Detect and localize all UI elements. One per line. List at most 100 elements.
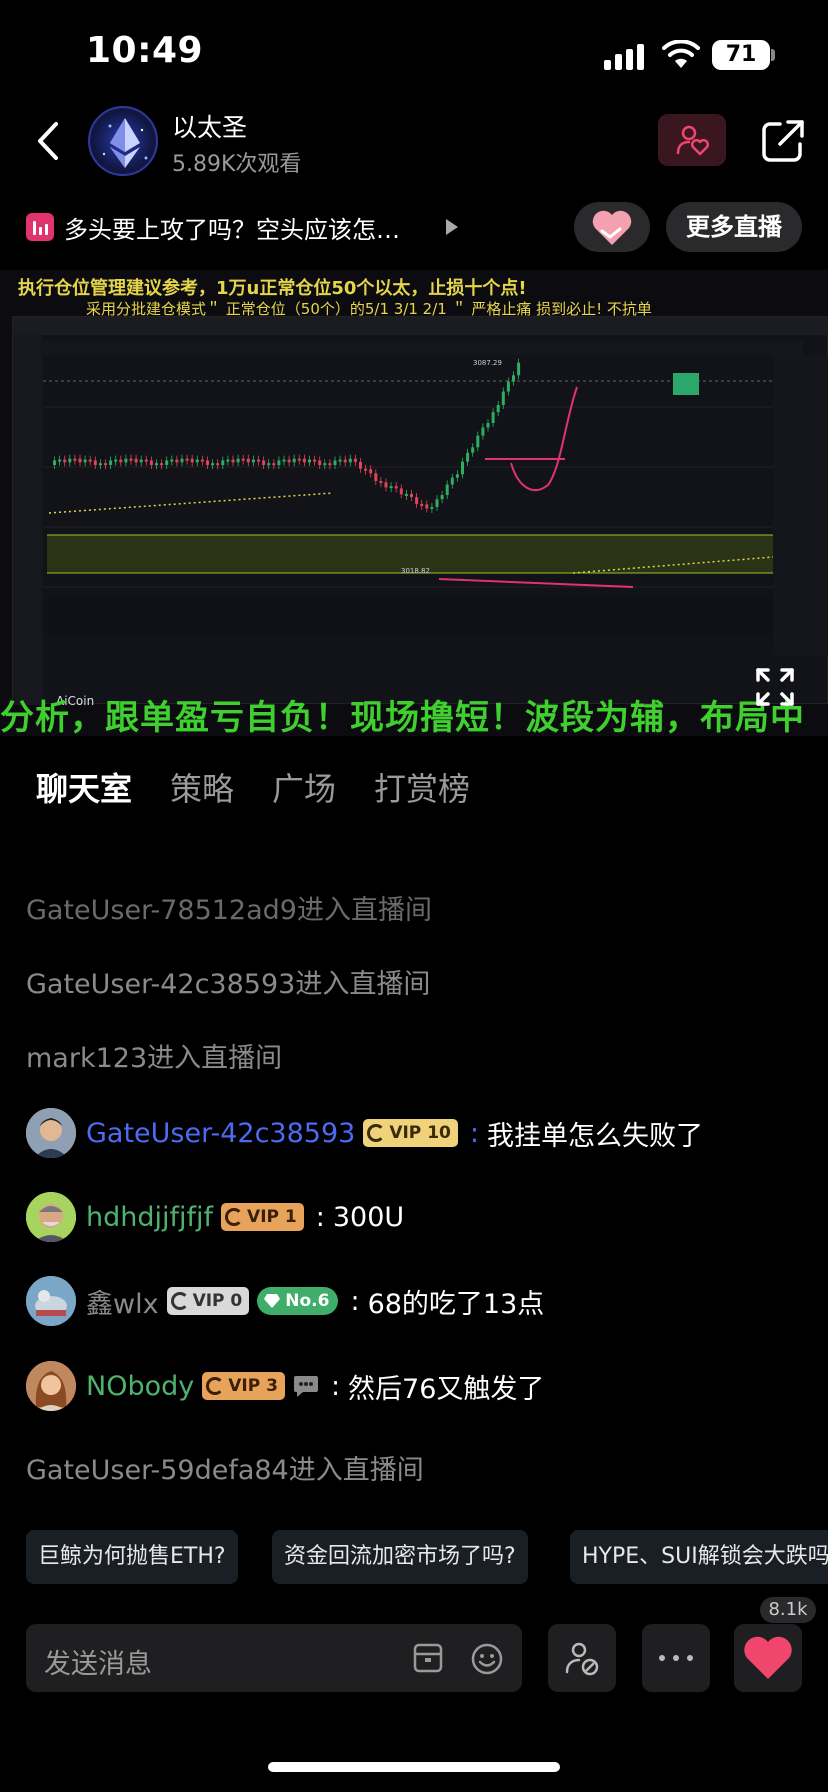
topic-title[interactable]: 多头要上攻了吗？空头应该怎… — [64, 210, 400, 245]
candle-body — [267, 463, 271, 466]
heart-icon — [744, 1636, 792, 1679]
candle-body — [139, 459, 143, 463]
system-message: GateUser-42c38593进入直播间 — [26, 969, 431, 1000]
chat-message: NObody VIP 3 : 然后76又触发了 — [86, 1361, 544, 1411]
candle-body — [195, 459, 199, 463]
tab-tip-ranking[interactable]: 打赏榜 — [374, 764, 470, 810]
tab-strategy[interactable]: 策略 — [170, 764, 234, 810]
system-message: mark123进入直播间 — [26, 1043, 283, 1074]
avatar[interactable] — [26, 1192, 76, 1242]
status-time: 10:49 — [86, 30, 204, 71]
fullscreen-icon[interactable] — [754, 666, 796, 708]
candle-body — [461, 461, 464, 475]
username[interactable]: 鑫wlx — [86, 1282, 159, 1321]
streamer-avatar[interactable] — [88, 106, 158, 176]
user-avatar-image — [26, 1361, 76, 1411]
candle-body — [343, 459, 347, 463]
candle-body — [415, 497, 419, 504]
back-arrow-icon[interactable] — [32, 118, 68, 164]
system-message: GateUser-78512ad9进入直播间 — [26, 895, 432, 926]
suggestion-chip[interactable]: HYPE、SUI解锁会大跌吗 — [570, 1530, 828, 1584]
username[interactable]: hdhdjjfjfjf — [86, 1202, 213, 1233]
emoji-icon[interactable] — [470, 1642, 504, 1676]
candle-body — [216, 463, 220, 466]
candle-body — [369, 469, 373, 474]
vip-level: VIP 3 — [228, 1376, 278, 1396]
candle-body — [134, 458, 138, 463]
candle-body — [353, 458, 357, 462]
vip-badge: VIP 0 — [166, 1287, 250, 1315]
gate-logo-icon — [225, 1208, 244, 1226]
candle-body — [226, 459, 230, 462]
candle-body — [180, 458, 184, 463]
candle-body — [277, 460, 281, 465]
play-arrow-icon[interactable] — [446, 219, 458, 235]
gift-heart-button[interactable] — [574, 202, 650, 252]
candle-body — [109, 460, 113, 465]
candle-body — [236, 458, 240, 463]
candle-body — [251, 459, 255, 463]
vip-level: VIP 10 — [389, 1123, 451, 1143]
system-message: GateUser-59defa84进入直播间 — [26, 1455, 424, 1486]
battery-icon: 71 — [712, 40, 770, 70]
rank-badge: No.6 — [257, 1287, 339, 1315]
username[interactable]: NObody — [86, 1371, 194, 1402]
ethereum-logo-icon — [102, 118, 148, 168]
candle-body — [165, 460, 169, 465]
username[interactable]: GateUser-42c38593 — [86, 1118, 355, 1149]
candle-body — [313, 459, 317, 462]
suggestion-chip[interactable]: 资金回流加密市场了吗? — [272, 1530, 528, 1584]
candle-body — [160, 463, 164, 466]
tab-chatroom[interactable]: 聊天室 — [36, 764, 132, 810]
vip-level: VIP 0 — [192, 1291, 243, 1311]
candle-body — [98, 463, 102, 466]
candle-body — [333, 460, 337, 465]
candle-body — [394, 486, 398, 489]
share-icon[interactable] — [760, 118, 806, 164]
candle-body — [430, 507, 434, 509]
message-text: 然后76又触发了 — [348, 1373, 545, 1405]
candle-body — [129, 458, 133, 461]
vip-badge: VIP 1 — [221, 1203, 304, 1231]
candle-body — [384, 482, 388, 488]
candle-body — [496, 405, 500, 413]
avatar[interactable] — [26, 1276, 76, 1326]
candle-body — [348, 458, 352, 463]
candle-body — [53, 460, 56, 465]
vip-level: VIP 1 — [247, 1207, 297, 1227]
candle-body — [200, 459, 204, 462]
candle-body — [221, 460, 225, 465]
follow-button[interactable] — [658, 114, 726, 166]
avatar[interactable] — [26, 1361, 76, 1411]
candle-body — [206, 460, 209, 465]
user-settings-button[interactable] — [548, 1624, 616, 1692]
candle-body — [88, 459, 92, 462]
suggestion-chip[interactable]: 巨鲸为何抛售ETH? — [26, 1530, 238, 1584]
candle-body — [364, 468, 368, 471]
message-text: 68的吃了13点 — [367, 1288, 545, 1320]
candle-body — [435, 499, 439, 507]
follow-user-heart-icon — [676, 125, 709, 156]
candle-body — [328, 463, 332, 466]
candle-body — [420, 503, 424, 506]
message-text: 300U — [332, 1201, 405, 1233]
candle-body — [318, 460, 322, 465]
price-low-label: 3018.82 — [401, 567, 430, 575]
message-input-placeholder[interactable]: 发送消息 — [44, 1642, 152, 1681]
candle-body — [379, 481, 383, 483]
candle-body — [68, 458, 72, 463]
candle-body — [501, 391, 505, 405]
card-icon[interactable] — [412, 1642, 444, 1674]
like-button[interactable] — [734, 1624, 802, 1692]
heart-hands-icon — [592, 210, 632, 245]
chat-message: 鑫wlx VIP 0 No.6 : 68的吃了13点 — [86, 1276, 544, 1326]
separator: : — [330, 1370, 341, 1402]
separator: : — [469, 1117, 479, 1149]
gate-logo-icon — [206, 1377, 225, 1395]
more-options-button[interactable] — [642, 1624, 710, 1692]
tab-plaza[interactable]: 广场 — [272, 764, 336, 810]
more-live-button[interactable]: 更多直播 — [666, 202, 802, 252]
avatar[interactable] — [26, 1108, 76, 1158]
candle-body — [359, 461, 362, 469]
candle-body — [73, 458, 77, 461]
